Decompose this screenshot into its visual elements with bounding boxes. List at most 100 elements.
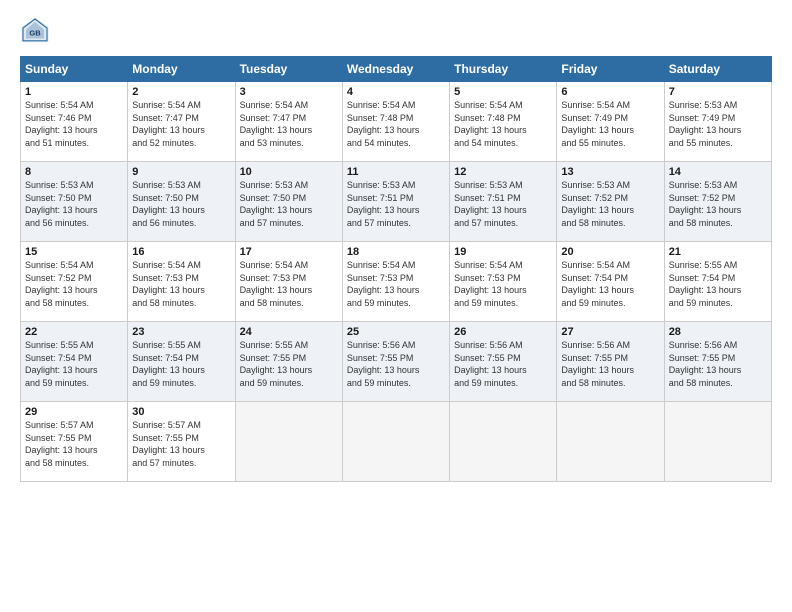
day-number: 22 (25, 326, 123, 338)
calendar-cell (557, 402, 664, 482)
day-info: Sunrise: 5:54 AMSunset: 7:53 PMDaylight:… (454, 260, 527, 308)
day-info: Sunrise: 5:54 AMSunset: 7:53 PMDaylight:… (240, 260, 313, 308)
calendar-header-row: SundayMondayTuesdayWednesdayThursdayFrid… (21, 57, 772, 82)
calendar-header-friday: Friday (557, 57, 664, 82)
calendar-cell: 13Sunrise: 5:53 AMSunset: 7:52 PMDayligh… (557, 162, 664, 242)
day-info: Sunrise: 5:56 AMSunset: 7:55 PMDaylight:… (454, 340, 527, 388)
calendar-cell: 15 Sunrise: 5:54 AMSunset: 7:52 PMDayligh… (21, 242, 128, 322)
calendar-cell: 11 Sunrise: 5:53 AMSunset: 7:51 PMDayligh… (342, 162, 449, 242)
day-info: Sunrise: 5:54 AMSunset: 7:54 PMDaylight:… (561, 260, 634, 308)
day-info: Sunrise: 5:54 AMSunset: 7:53 PMDaylight:… (347, 260, 420, 308)
calendar-cell: 26Sunrise: 5:56 AMSunset: 7:55 PMDayligh… (450, 322, 557, 402)
calendar-week-4: 29 Sunrise: 5:57 AMSunset: 7:55 PMDayligh… (21, 402, 772, 482)
day-number: 12 (454, 166, 552, 178)
calendar-cell: 6 Sunrise: 5:54 AMSunset: 7:49 PMDaylight… (557, 82, 664, 162)
day-info: Sunrise: 5:56 AMSunset: 7:55 PMDaylight:… (347, 340, 420, 388)
calendar-header-saturday: Saturday (664, 57, 771, 82)
day-number: 11 (347, 166, 445, 178)
calendar-header-sunday: Sunday (21, 57, 128, 82)
calendar-cell: 20 Sunrise: 5:54 AMSunset: 7:54 PMDayligh… (557, 242, 664, 322)
day-info: Sunrise: 5:53 AMSunset: 7:50 PMDaylight:… (240, 180, 313, 228)
day-number: 23 (132, 326, 230, 338)
day-number: 19 (454, 246, 552, 258)
calendar-cell: 4 Sunrise: 5:54 AMSunset: 7:48 PMDaylight… (342, 82, 449, 162)
calendar-cell: 29 Sunrise: 5:57 AMSunset: 7:55 PMDayligh… (21, 402, 128, 482)
day-info: Sunrise: 5:54 AMSunset: 7:53 PMDaylight:… (132, 260, 205, 308)
day-number: 25 (347, 326, 445, 338)
day-number: 4 (347, 86, 445, 98)
day-number: 17 (240, 246, 338, 258)
day-info: Sunrise: 5:57 AMSunset: 7:55 PMDaylight:… (132, 420, 205, 468)
day-info: Sunrise: 5:54 AMSunset: 7:47 PMDaylight:… (132, 100, 205, 148)
calendar-cell (450, 402, 557, 482)
calendar-cell: 19 Sunrise: 5:54 AMSunset: 7:53 PMDayligh… (450, 242, 557, 322)
day-info: Sunrise: 5:54 AMSunset: 7:49 PMDaylight:… (561, 100, 634, 148)
calendar-cell (664, 402, 771, 482)
calendar-table: SundayMondayTuesdayWednesdayThursdayFrid… (20, 56, 772, 482)
calendar-header-wednesday: Wednesday (342, 57, 449, 82)
day-info: Sunrise: 5:56 AMSunset: 7:55 PMDaylight:… (669, 340, 742, 388)
calendar-week-1: 8 Sunrise: 5:53 AMSunset: 7:50 PMDaylight… (21, 162, 772, 242)
logo: GB (20, 16, 54, 46)
day-number: 30 (132, 406, 230, 418)
day-number: 28 (669, 326, 767, 338)
calendar-week-0: 1 Sunrise: 5:54 AMSunset: 7:46 PMDaylight… (21, 82, 772, 162)
calendar-cell: 5 Sunrise: 5:54 AMSunset: 7:48 PMDaylight… (450, 82, 557, 162)
calendar-cell: 2 Sunrise: 5:54 AMSunset: 7:47 PMDaylight… (128, 82, 235, 162)
day-info: Sunrise: 5:55 AMSunset: 7:54 PMDaylight:… (25, 340, 98, 388)
day-number: 5 (454, 86, 552, 98)
calendar-cell: 8Sunrise: 5:53 AMSunset: 7:50 PMDaylight… (21, 162, 128, 242)
day-info: Sunrise: 5:54 AMSunset: 7:48 PMDaylight:… (347, 100, 420, 148)
calendar-cell: 17 Sunrise: 5:54 AMSunset: 7:53 PMDayligh… (235, 242, 342, 322)
day-info: Sunrise: 5:54 AMSunset: 7:46 PMDaylight:… (25, 100, 98, 148)
day-number: 1 (25, 86, 123, 98)
day-number: 24 (240, 326, 338, 338)
calendar-cell: 1 Sunrise: 5:54 AMSunset: 7:46 PMDaylight… (21, 82, 128, 162)
day-info: Sunrise: 5:57 AMSunset: 7:55 PMDaylight:… (25, 420, 98, 468)
calendar-header-monday: Monday (128, 57, 235, 82)
calendar-cell (342, 402, 449, 482)
calendar-cell: 23Sunrise: 5:55 AMSunset: 7:54 PMDayligh… (128, 322, 235, 402)
day-info: Sunrise: 5:54 AMSunset: 7:48 PMDaylight:… (454, 100, 527, 148)
logo-icon: GB (20, 16, 50, 46)
calendar-cell: 22 Sunrise: 5:55 AMSunset: 7:54 PMDayligh… (21, 322, 128, 402)
day-info: Sunrise: 5:54 AMSunset: 7:47 PMDaylight:… (240, 100, 313, 148)
calendar-week-2: 15 Sunrise: 5:54 AMSunset: 7:52 PMDayligh… (21, 242, 772, 322)
calendar-cell: 12 Sunrise: 5:53 AMSunset: 7:51 PMDayligh… (450, 162, 557, 242)
day-number: 16 (132, 246, 230, 258)
calendar-cell: 30 Sunrise: 5:57 AMSunset: 7:55 PMDayligh… (128, 402, 235, 482)
day-number: 27 (561, 326, 659, 338)
day-number: 10 (240, 166, 338, 178)
day-info: Sunrise: 5:53 AMSunset: 7:52 PMDaylight:… (669, 180, 742, 228)
day-info: Sunrise: 5:53 AMSunset: 7:49 PMDaylight:… (669, 100, 742, 148)
day-number: 20 (561, 246, 659, 258)
day-info: Sunrise: 5:54 AMSunset: 7:52 PMDaylight:… (25, 260, 98, 308)
day-number: 21 (669, 246, 767, 258)
day-number: 29 (25, 406, 123, 418)
calendar-cell: 3 Sunrise: 5:54 AMSunset: 7:47 PMDaylight… (235, 82, 342, 162)
calendar-header-tuesday: Tuesday (235, 57, 342, 82)
calendar-cell: 28 Sunrise: 5:56 AMSunset: 7:55 PMDayligh… (664, 322, 771, 402)
svg-text:GB: GB (29, 29, 41, 38)
calendar-week-3: 22 Sunrise: 5:55 AMSunset: 7:54 PMDayligh… (21, 322, 772, 402)
calendar-cell (235, 402, 342, 482)
day-number: 6 (561, 86, 659, 98)
day-number: 7 (669, 86, 767, 98)
calendar-cell: 21 Sunrise: 5:55 AMSunset: 7:54 PMDayligh… (664, 242, 771, 322)
day-number: 15 (25, 246, 123, 258)
calendar-cell: 18 Sunrise: 5:54 AMSunset: 7:53 PMDayligh… (342, 242, 449, 322)
day-number: 8 (25, 166, 123, 178)
day-info: Sunrise: 5:56 AMSunset: 7:55 PMDaylight:… (561, 340, 634, 388)
day-info: Sunrise: 5:53 AMSunset: 7:51 PMDaylight:… (454, 180, 527, 228)
calendar-header-thursday: Thursday (450, 57, 557, 82)
day-info: Sunrise: 5:55 AMSunset: 7:54 PMDaylight:… (669, 260, 742, 308)
calendar-cell: 10 Sunrise: 5:53 AMSunset: 7:50 PMDayligh… (235, 162, 342, 242)
calendar-cell: 14Sunrise: 5:53 AMSunset: 7:52 PMDayligh… (664, 162, 771, 242)
day-number: 3 (240, 86, 338, 98)
day-number: 2 (132, 86, 230, 98)
day-number: 18 (347, 246, 445, 258)
day-number: 13 (561, 166, 659, 178)
day-info: Sunrise: 5:53 AMSunset: 7:51 PMDaylight:… (347, 180, 420, 228)
day-info: Sunrise: 5:55 AMSunset: 7:55 PMDaylight:… (240, 340, 313, 388)
page: GB SundayMondayTuesdayWednesdayThursdayF… (0, 0, 792, 612)
